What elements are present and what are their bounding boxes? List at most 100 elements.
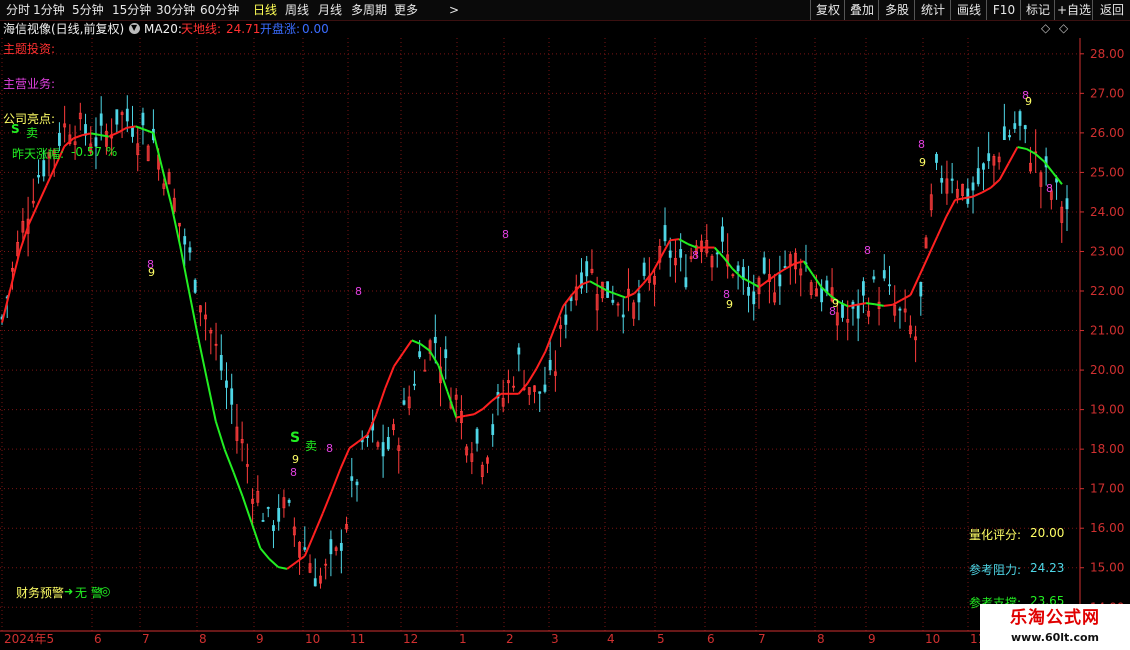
y-tick-label: 19.00 — [1090, 403, 1124, 417]
y-tick-label: 26.00 — [1090, 126, 1124, 140]
resist-value: 24.23 — [1030, 561, 1065, 575]
period-tab-2[interactable]: 5分钟 — [72, 0, 104, 20]
ma20-segment — [126, 125, 136, 129]
ma20-segment — [428, 350, 440, 366]
period-tab-8[interactable]: 月线 — [318, 0, 342, 20]
candle-body — [339, 542, 343, 551]
period-tab-3[interactable]: 15分钟 — [112, 0, 151, 20]
toolbar-button-8[interactable]: 返回 — [1092, 0, 1130, 20]
y-tick-label: 23.00 — [1090, 244, 1124, 258]
candle-body — [715, 252, 719, 255]
ma20-segment — [205, 378, 217, 422]
candle-body — [413, 383, 416, 386]
ma20-segment — [660, 239, 671, 258]
candle-body — [611, 299, 615, 303]
ma20-segment — [491, 393, 502, 402]
x-tick-label: 8 — [199, 632, 207, 646]
y-tick-label: 27.00 — [1090, 86, 1124, 100]
toolbar-button-0[interactable]: 复权 — [810, 0, 845, 20]
candle-body — [230, 388, 234, 405]
sell-text: 卖 — [26, 126, 39, 140]
warning-arrow-icon: ➜ — [64, 585, 74, 598]
x-tick-label: 12 — [403, 632, 418, 646]
x-tick-label: 8 — [817, 632, 825, 646]
ma20-segment — [108, 131, 119, 138]
candle-body — [491, 424, 495, 435]
candle-body — [888, 284, 891, 287]
watermark-title: 乐淘公式网 — [1010, 608, 1100, 628]
ma20-segment — [865, 302, 876, 306]
more-chevron-icon[interactable]: > — [449, 0, 459, 20]
period-tab-10[interactable]: 更多 — [394, 0, 418, 20]
ma20-segment — [482, 400, 493, 410]
prev-change-value: -0.57 % — [71, 145, 118, 159]
ma20-segment — [303, 534, 315, 557]
ma20-segment — [625, 292, 635, 299]
period-tab-0[interactable]: 分时 — [6, 0, 30, 20]
candle-body — [287, 499, 291, 503]
toolbar-button-2[interactable]: 多股 — [878, 0, 915, 20]
period-tab-5[interactable]: 60分钟 — [200, 0, 239, 20]
x-tick-label: 11 — [350, 632, 365, 646]
y-tick-label: 22.00 — [1090, 284, 1124, 298]
x-tick-label: 6 — [94, 632, 102, 646]
candle-body — [131, 126, 134, 137]
period-tab-1[interactable]: 1分钟 — [33, 0, 65, 20]
candle-body — [538, 391, 542, 394]
ma20-segment — [892, 298, 903, 306]
y-tick-label: 21.00 — [1090, 324, 1124, 338]
candle-body — [219, 354, 223, 371]
toolbar-button-3[interactable]: 统计 — [914, 0, 951, 20]
sell-text-2: 卖 — [305, 439, 318, 453]
ma20-segment — [909, 275, 921, 296]
candle-body — [58, 132, 61, 146]
ma20-segment — [848, 303, 858, 308]
ma20-segment — [1034, 153, 1045, 163]
period-tab-4[interactable]: 30分钟 — [156, 0, 195, 20]
status-circle-icon: ◎ — [100, 584, 111, 598]
td-count-9: 9 — [292, 453, 299, 466]
ma20-segment — [348, 440, 359, 450]
toolbar-button-7[interactable]: +自选 — [1054, 0, 1093, 20]
candle-body — [261, 520, 265, 522]
td-count-9: 9 — [919, 156, 926, 169]
candle-body — [621, 314, 625, 318]
candle-body — [663, 225, 667, 242]
candle-body — [433, 336, 437, 344]
candle-body — [303, 547, 307, 550]
price-chart[interactable]: 14.0015.0016.0017.0018.0019.0020.0021.00… — [0, 20, 1130, 650]
candle-body — [225, 380, 228, 388]
toolbar-button-1[interactable]: 叠加 — [844, 0, 879, 20]
ma20-segment — [811, 273, 823, 288]
candle-body — [684, 277, 688, 288]
candle-body — [37, 175, 40, 178]
period-tab-9[interactable]: 多周期 — [351, 0, 387, 20]
ma20-segment — [901, 294, 912, 301]
y-tick-label: 20.00 — [1090, 363, 1124, 377]
ma20-segment — [81, 132, 92, 137]
toolbar-button-5[interactable]: F10 — [986, 0, 1021, 20]
toolbar-button-4[interactable]: 画线 — [950, 0, 987, 20]
candle-body — [747, 286, 750, 296]
candle-body — [1018, 111, 1022, 126]
candle-body — [188, 247, 192, 253]
candle-body — [1002, 126, 1006, 141]
ma20-segment — [402, 339, 413, 354]
period-tab-6[interactable]: 日线 — [253, 0, 277, 20]
toolbar-button-6[interactable]: 标记 — [1020, 0, 1055, 20]
ma20-segment — [232, 472, 244, 497]
ma20-segment — [918, 255, 930, 276]
x-tick-label: 3 — [551, 632, 559, 646]
candle-body — [935, 153, 938, 163]
candle-body — [355, 481, 359, 486]
td-count-8: 8 — [147, 258, 154, 271]
period-tab-7[interactable]: 周线 — [285, 0, 309, 20]
ma20-segment — [517, 382, 529, 395]
x-tick-label: 2024年5 — [4, 632, 54, 646]
candle-body — [668, 250, 672, 258]
x-tick-label: 10 — [925, 632, 940, 646]
ma20-segment — [669, 238, 680, 242]
candle-body — [1065, 198, 1069, 210]
td-count-9: 9 — [832, 297, 839, 310]
td-count-8: 8 — [1046, 182, 1053, 195]
